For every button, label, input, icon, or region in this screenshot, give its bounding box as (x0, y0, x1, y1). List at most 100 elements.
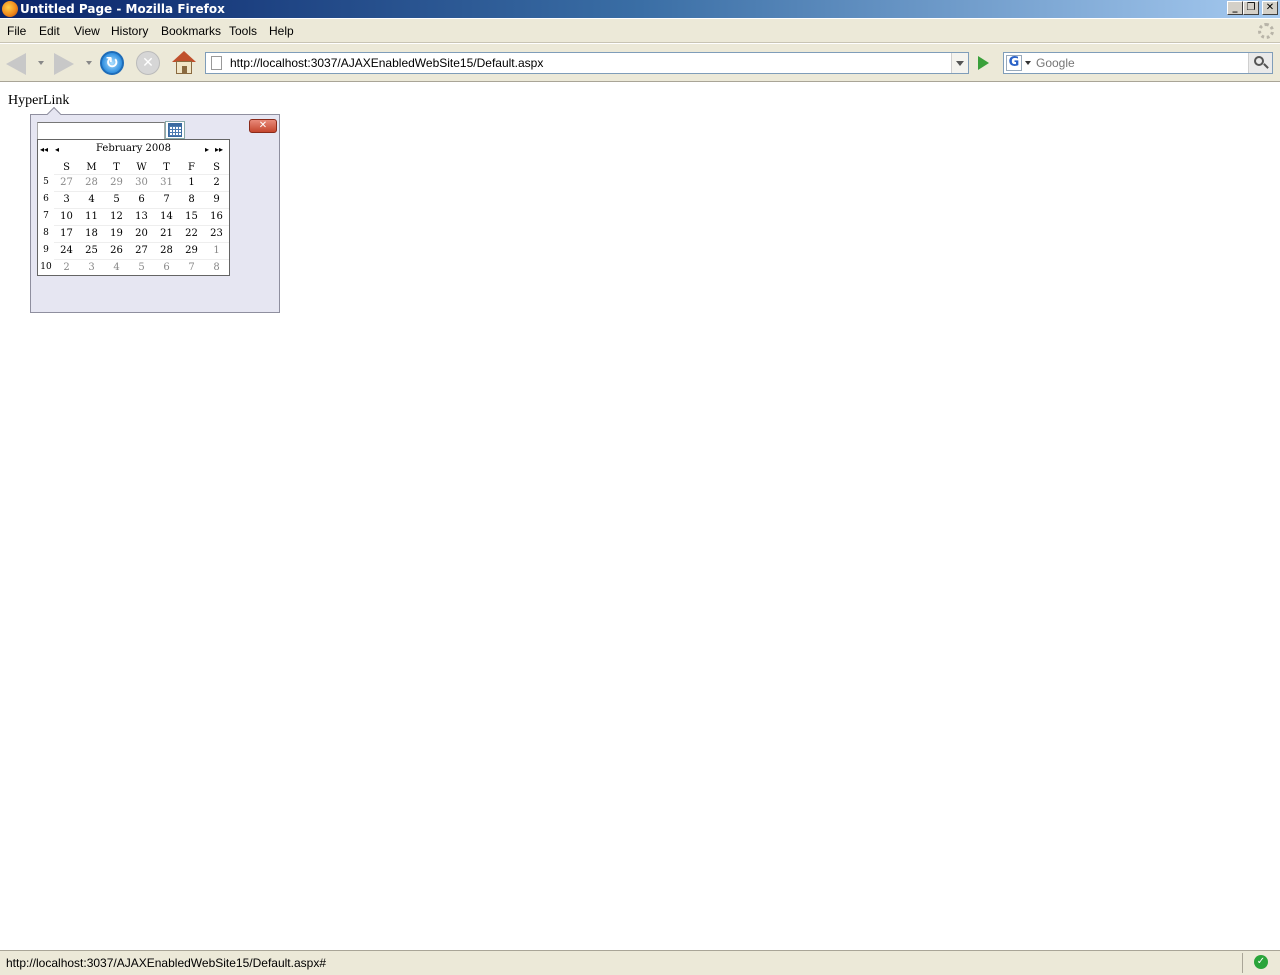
calendar-day[interactable]: 7 (179, 259, 204, 275)
menu-tools[interactable]: Tools (229, 24, 257, 38)
calendar-day[interactable]: 11 (79, 208, 104, 224)
search-engine-selector[interactable]: G (1006, 55, 1032, 71)
calendar-day[interactable]: 28 (79, 174, 104, 190)
calendar-day[interactable]: 2 (54, 259, 79, 275)
menu-view[interactable]: View (74, 24, 100, 38)
reload-icon: ↻ (100, 51, 124, 75)
calendar-day[interactable]: 8 (179, 191, 204, 207)
navigation-toolbar: ↻ ✕ http://localhost:3037/AJAXEnabledWeb… (0, 44, 1280, 82)
calendar-day[interactable]: 29 (179, 242, 204, 258)
search-box[interactable]: G (1003, 52, 1273, 74)
calendar-day[interactable]: 1 (204, 242, 229, 258)
calendar-day[interactable]: 9 (204, 191, 229, 207)
forward-button[interactable] (54, 51, 80, 77)
calendar-day[interactable]: 5 (129, 259, 154, 275)
calendar-day[interactable]: 10 (54, 208, 79, 224)
menu-edit[interactable]: Edit (39, 24, 60, 38)
week-number: 10 (40, 262, 52, 272)
hyperlink[interactable]: HyperLink (8, 93, 69, 109)
calendar-button[interactable] (165, 121, 185, 139)
week-number: 5 (43, 177, 49, 187)
status-bar: http://localhost:3037/AJAXEnabledWebSite… (0, 950, 1280, 975)
calendar-day[interactable]: 15 (179, 208, 204, 224)
calendar-day[interactable]: 24 (54, 242, 79, 258)
popup-close-button[interactable]: ✕ (249, 119, 277, 133)
url-text[interactable]: http://localhost:3037/AJAXEnabledWebSite… (230, 56, 543, 70)
firefox-icon (2, 1, 18, 17)
stop-icon: ✕ (136, 51, 160, 75)
stop-button[interactable]: ✕ (136, 51, 162, 77)
week-number: 9 (43, 245, 49, 255)
calendar-day[interactable]: 4 (104, 259, 129, 275)
restore-button[interactable]: ❐ (1243, 1, 1259, 15)
home-icon (172, 51, 196, 75)
calendar-day[interactable]: 28 (154, 242, 179, 258)
calendar-day[interactable]: 31 (154, 174, 179, 190)
calendar-day[interactable]: 1 (179, 174, 204, 190)
menu-help[interactable]: Help (269, 24, 294, 38)
calendar-day[interactable]: 25 (79, 242, 104, 258)
calendar-day[interactable]: 21 (154, 225, 179, 241)
search-input[interactable] (1036, 55, 1246, 71)
day-of-week-header: S (63, 162, 70, 173)
menu-file[interactable]: File (7, 24, 26, 38)
calendar-day[interactable]: 6 (129, 191, 154, 207)
calendar-day[interactable]: 16 (204, 208, 229, 224)
menu-history[interactable]: History (111, 24, 148, 38)
calendar-day[interactable]: 13 (129, 208, 154, 224)
calendar-day[interactable]: 8 (204, 259, 229, 275)
page-icon (211, 56, 222, 70)
home-button[interactable] (172, 51, 198, 77)
activity-throbber-icon (1258, 23, 1274, 39)
day-of-week-header: S (213, 162, 220, 173)
title-bar[interactable]: Untitled Page - Mozilla Firefox _ ❐ ✕ (0, 0, 1280, 18)
status-divider (1242, 953, 1243, 973)
calendar-day[interactable]: 26 (104, 242, 129, 258)
calendar-day[interactable]: 6 (154, 259, 179, 275)
status-text: http://localhost:3037/AJAXEnabledWebSite… (6, 956, 326, 970)
go-button[interactable] (974, 55, 992, 71)
back-button[interactable] (6, 51, 32, 77)
calendar-day[interactable]: 29 (104, 174, 129, 190)
calendar-day[interactable]: 2 (204, 174, 229, 190)
forward-history-dropdown[interactable] (86, 61, 92, 65)
next-year-button[interactable]: ▸▸ (215, 145, 223, 155)
calendar-nav: ◂◂ ◂ February 2008 ▸ ▸▸ (38, 143, 229, 157)
calendar-day[interactable]: 27 (54, 174, 79, 190)
calendar-day[interactable]: 5 (104, 191, 129, 207)
calendar-day[interactable]: 4 (79, 191, 104, 207)
calendar-day[interactable]: 7 (154, 191, 179, 207)
day-of-week-header: M (86, 162, 97, 173)
reload-button[interactable]: ↻ (100, 51, 126, 77)
page-content: HyperLink ✕ ◂◂ ◂ February 2008 ▸ ▸▸ S M T W… (0, 83, 1280, 949)
calendar-day[interactable]: 23 (204, 225, 229, 241)
search-button[interactable] (1248, 53, 1272, 73)
calendar-day[interactable]: 30 (129, 174, 154, 190)
calendar-day[interactable]: 20 (129, 225, 154, 241)
address-bar[interactable]: http://localhost:3037/AJAXEnabledWebSite… (205, 52, 969, 74)
menu-bookmarks[interactable]: Bookmarks (161, 24, 221, 38)
week-number: 8 (43, 228, 49, 238)
close-window-button[interactable]: ✕ (1262, 1, 1278, 15)
date-input[interactable] (37, 122, 165, 140)
back-history-dropdown[interactable] (38, 61, 44, 65)
calendar-day[interactable]: 3 (79, 259, 104, 275)
url-history-dropdown[interactable] (951, 53, 968, 73)
status-ok-icon: ✓ (1254, 955, 1268, 969)
popup-pointer (46, 106, 62, 122)
calendar-day[interactable]: 18 (79, 225, 104, 241)
day-of-week-header: T (163, 162, 170, 173)
week-number: 7 (43, 211, 49, 221)
calendar-day[interactable]: 22 (179, 225, 204, 241)
menu-bar: File Edit View History Bookmarks Tools H… (0, 19, 1280, 43)
go-arrow-icon (978, 56, 989, 70)
calendar-day[interactable]: 27 (129, 242, 154, 258)
month-title: February 2008 (96, 143, 171, 154)
calendar-day[interactable]: 12 (104, 208, 129, 224)
calendar-day[interactable]: 17 (54, 225, 79, 241)
minimize-button[interactable]: _ (1227, 1, 1243, 15)
next-month-button[interactable]: ▸ (205, 145, 209, 155)
calendar-day[interactable]: 3 (54, 191, 79, 207)
calendar-day[interactable]: 14 (154, 208, 179, 224)
calendar-day[interactable]: 19 (104, 225, 129, 241)
